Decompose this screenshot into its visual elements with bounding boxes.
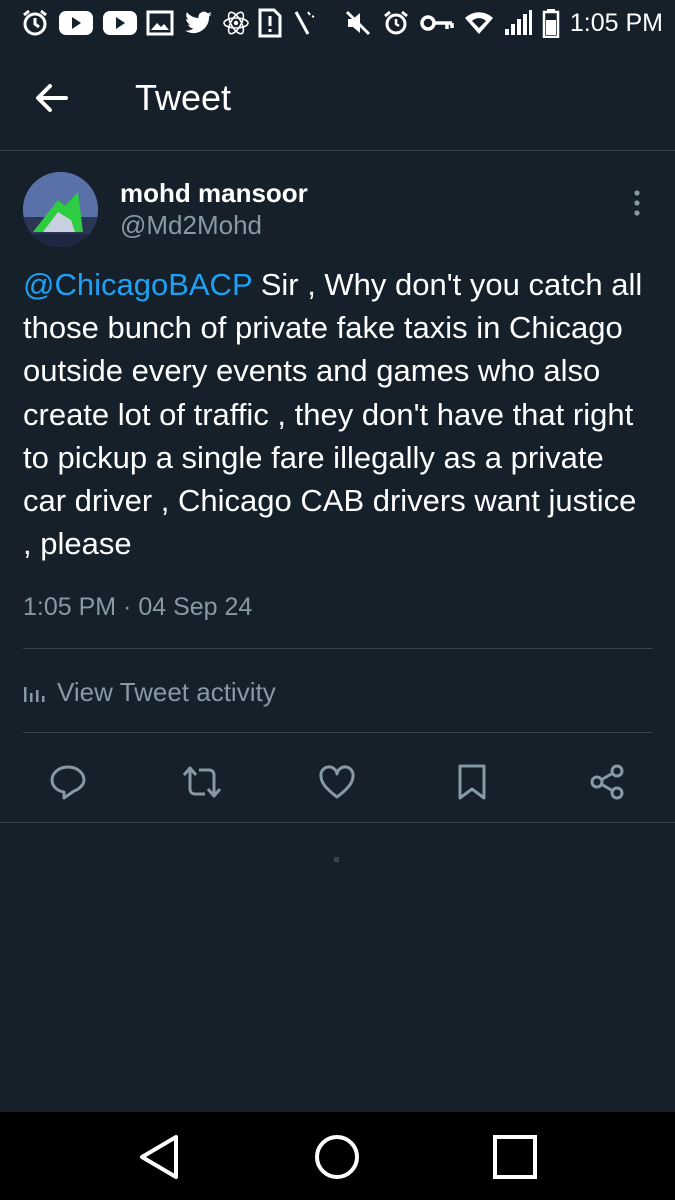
nav-back-button[interactable] — [134, 1132, 184, 1182]
react-icon — [223, 11, 249, 35]
gallery-icon — [146, 10, 174, 36]
tweet-text: @ChicagoBACP Sir , Why don't you catch a… — [23, 263, 653, 565]
view-tweet-activity-button[interactable]: View Tweet activity — [23, 670, 276, 714]
like-button[interactable] — [313, 758, 361, 806]
recents-square-icon — [493, 1135, 537, 1179]
more-options-button[interactable] — [622, 188, 652, 218]
bookmark-icon — [458, 764, 486, 800]
author-handle[interactable]: @Md2Mohd — [120, 210, 262, 241]
reply-button[interactable] — [44, 758, 92, 806]
divider — [23, 732, 653, 733]
retweet-button[interactable] — [178, 758, 226, 806]
alarm-icon — [383, 10, 408, 35]
activity-bars-icon — [24, 687, 45, 702]
mute-icon — [345, 10, 370, 36]
system-navigation-bar — [0, 1112, 675, 1200]
youtube-icon — [103, 11, 137, 35]
divider — [23, 648, 653, 649]
divider — [0, 822, 675, 823]
avatar-image — [23, 172, 98, 247]
retweet-icon — [182, 766, 222, 798]
view-tweet-activity-label: View Tweet activity — [57, 676, 276, 707]
status-bar: 1:05 PM — [0, 0, 675, 46]
tweet-body: Sir , Why don't you catch all those bunc… — [23, 267, 643, 562]
app-header: Tweet — [0, 46, 675, 151]
nav-home-button[interactable] — [312, 1132, 362, 1182]
home-circle-icon — [315, 1135, 359, 1179]
tweet-timestamp: 1:05 PM · 04 Sep 24 — [23, 593, 253, 621]
sim-alert-icon — [258, 8, 282, 38]
tweet-actions — [0, 750, 675, 820]
nav-recents-button[interactable] — [490, 1132, 540, 1182]
share-icon — [590, 764, 624, 800]
share-button[interactable] — [583, 758, 631, 806]
wand-icon — [294, 11, 315, 35]
mention-link[interactable]: @ChicagoBACP — [23, 267, 252, 302]
youtube-icon — [59, 11, 93, 35]
twitter-icon — [185, 11, 212, 34]
back-button[interactable] — [30, 78, 74, 118]
status-time: 1:05 PM — [569, 8, 663, 37]
alarm-icon — [23, 9, 47, 36]
more-vertical-icon — [634, 190, 640, 216]
author-name[interactable]: mohd mansoor — [120, 178, 308, 209]
vpn-key-icon — [420, 15, 454, 31]
loading-indicator — [334, 857, 339, 862]
reply-icon — [50, 765, 86, 800]
wifi-icon — [464, 12, 493, 34]
battery-icon — [542, 9, 560, 38]
arrow-left-icon — [36, 84, 68, 112]
system-status-icons: 1:05 PM — [344, 8, 663, 38]
notification-icons — [20, 8, 316, 38]
bookmark-button[interactable] — [448, 758, 496, 806]
page-title: Tweet — [135, 77, 232, 118]
like-icon — [319, 765, 355, 799]
back-triangle-icon — [140, 1135, 178, 1179]
avatar[interactable] — [23, 172, 98, 247]
signal-icon — [504, 10, 532, 35]
